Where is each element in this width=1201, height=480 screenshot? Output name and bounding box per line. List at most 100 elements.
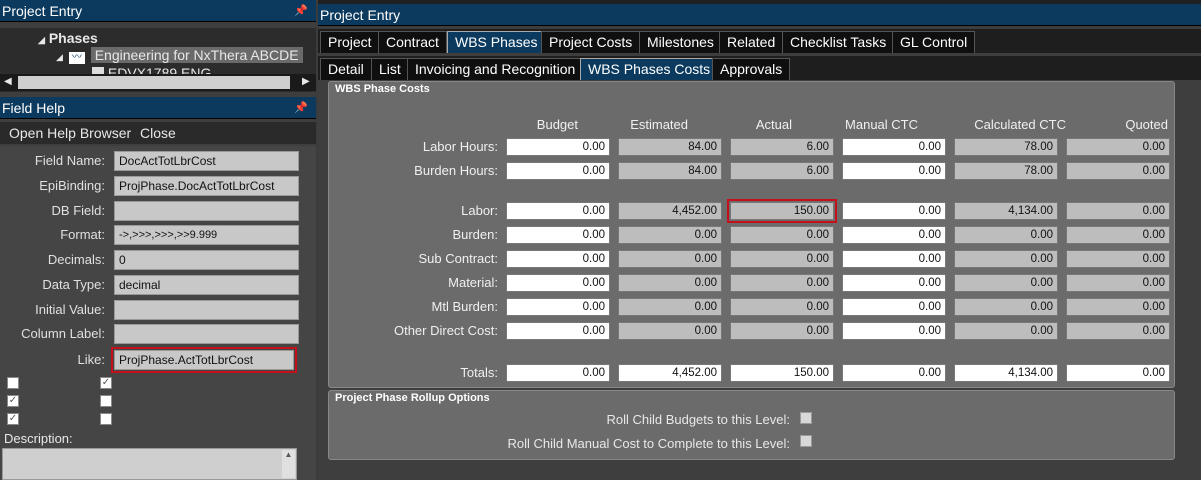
like-field[interactable]: ProjPhase.ActTotLbrCost	[111, 347, 297, 373]
tab-milestones[interactable]: Milestones	[639, 31, 722, 53]
format-field[interactable]: ->,>>>,>>>,>>9.999	[114, 225, 299, 245]
subtab-approvals[interactable]: Approvals	[712, 58, 791, 80]
material-actual-field[interactable]: 0.00	[730, 274, 834, 292]
tab-related[interactable]: Related	[719, 31, 784, 53]
subtab-wbs-phases-costs[interactable]: WBS Phases Costs	[580, 58, 719, 80]
pin-icon[interactable]: 📌	[294, 97, 308, 119]
burden-calculated-ctc-field[interactable]: 0.00	[954, 226, 1058, 244]
column-label-field[interactable]	[114, 324, 299, 344]
option-checkbox[interactable]: ✓	[7, 413, 19, 425]
totals-calculated-ctc-field[interactable]: 4,134.00	[954, 364, 1058, 382]
collapse-arrow-icon[interactable]: ◢	[38, 35, 45, 45]
labor-hours-calculated-ctc-field[interactable]: 78.00	[954, 138, 1058, 156]
totals-manual-ctc-field[interactable]: 0.00	[842, 364, 946, 382]
collapse-arrow-icon[interactable]: ◢	[56, 52, 63, 62]
decimals-field[interactable]: 0	[114, 250, 299, 270]
burden-hours-manual-ctc-field[interactable]: 0.00	[842, 162, 946, 180]
db-field-field[interactable]	[114, 201, 299, 221]
mtl-burden-quoted-field[interactable]: 0.00	[1066, 298, 1170, 316]
sub-contract-quoted-field[interactable]: 0.00	[1066, 250, 1170, 268]
burden-hours-budget-field[interactable]: 0.00	[506, 162, 610, 180]
sub-contract-estimated-field[interactable]: 0.00	[618, 250, 722, 268]
other-direct-cost-estimated-field[interactable]: 0.00	[618, 322, 722, 340]
roll-child-budgets-checkbox[interactable]	[800, 412, 812, 424]
material-manual-ctc-field[interactable]: 0.00	[842, 274, 946, 292]
tree-horizontal-scrollbar[interactable]: ◀ ▶	[0, 74, 316, 91]
tab-checklist-tasks[interactable]: Checklist Tasks	[782, 31, 895, 53]
material-estimated-field[interactable]: 0.00	[618, 274, 722, 292]
labor-hours-estimated-field[interactable]: 84.00	[618, 138, 722, 156]
labor-actual-field[interactable]: 150.00	[727, 199, 837, 223]
open-help-browser-button[interactable]: Open Help Browser	[9, 125, 131, 141]
data-type-field[interactable]: decimal	[114, 275, 299, 295]
subtab-invoicing[interactable]: Invoicing and Recognition	[407, 58, 584, 80]
tab-contract[interactable]: Contract	[378, 31, 447, 53]
mtl-burden-estimated-field[interactable]: 0.00	[618, 298, 722, 316]
labor-hours-actual-field[interactable]: 6.00	[730, 138, 834, 156]
initial-value-field[interactable]	[114, 300, 299, 320]
scroll-left-icon[interactable]: ◀	[4, 76, 12, 87]
mtl-burden-manual-ctc-field[interactable]: 0.00	[842, 298, 946, 316]
labor-hours-manual-ctc-field[interactable]: 0.00	[842, 138, 946, 156]
labor-quoted-field[interactable]: 0.00	[1066, 202, 1170, 220]
epibinding-field[interactable]: ProjPhase.DocActTotLbrCost	[114, 176, 299, 196]
burden-manual-ctc-field[interactable]: 0.00	[842, 226, 946, 244]
labor-hours-quoted-field[interactable]: 0.00	[1066, 138, 1170, 156]
tab-gl-control[interactable]: GL Control	[892, 31, 976, 53]
material-quoted-field[interactable]: 0.00	[1066, 274, 1170, 292]
option-checkbox[interactable]: ✓	[7, 395, 19, 407]
burden-hours-actual-field[interactable]: 6.00	[730, 162, 834, 180]
roll-child-manual-ctc-checkbox[interactable]	[800, 435, 812, 447]
scroll-thumb[interactable]	[18, 76, 290, 89]
labor-hours-budget-field[interactable]: 0.00	[506, 138, 610, 156]
option-checkbox[interactable]	[100, 413, 112, 425]
burden-budget-field[interactable]: 0.00	[506, 226, 610, 244]
labor-manual-ctc-field[interactable]: 0.00	[842, 202, 946, 220]
tab-project[interactable]: Project	[320, 31, 380, 53]
totals-estimated-field[interactable]: 4,452.00	[618, 364, 722, 382]
burden-estimated-field[interactable]: 0.00	[618, 226, 722, 244]
subtab-list[interactable]: List	[371, 58, 409, 80]
burden-hours-quoted-field[interactable]: 0.00	[1066, 162, 1170, 180]
tab-wbs-phases[interactable]: WBS Phases	[447, 31, 546, 53]
burden-hours-estimated-field[interactable]: 84.00	[618, 162, 722, 180]
other-direct-cost-manual-ctc-field[interactable]: 0.00	[842, 322, 946, 340]
option-checkbox[interactable]: ✓	[100, 377, 112, 389]
mtl-burden-actual-field[interactable]: 0.00	[730, 298, 834, 316]
sub-contract-calculated-ctc-field[interactable]: 0.00	[954, 250, 1058, 268]
labor-budget-field[interactable]: 0.00	[506, 202, 610, 220]
burden-hours-calculated-ctc-field[interactable]: 78.00	[954, 162, 1058, 180]
material-calculated-ctc-field[interactable]: 0.00	[954, 274, 1058, 292]
mtl-burden-budget-field[interactable]: 0.00	[506, 298, 610, 316]
totals-budget-field[interactable]: 0.00	[506, 364, 610, 382]
tree-node-phases[interactable]: ◢ Phases	[38, 30, 98, 46]
tab-project-costs[interactable]: Project Costs	[541, 31, 641, 53]
tree-node-engineering[interactable]: ◢ 〰 Engineering for NxThera ABCDE	[56, 47, 303, 64]
option-checkbox[interactable]	[100, 395, 112, 407]
labor-estimated-field[interactable]: 4,452.00	[618, 202, 722, 220]
other-direct-cost-quoted-field[interactable]: 0.00	[1066, 322, 1170, 340]
totals-actual-field[interactable]: 150.00	[730, 364, 834, 382]
description-textarea[interactable]	[2, 448, 297, 480]
scroll-right-icon[interactable]: ▶	[302, 76, 310, 87]
burden-label: Burden:	[452, 227, 498, 242]
pin-icon[interactable]: 📌	[294, 0, 308, 22]
other-direct-cost-actual-field[interactable]: 0.00	[730, 322, 834, 340]
material-budget-field[interactable]: 0.00	[506, 274, 610, 292]
field-name-field[interactable]: DocActTotLbrCost	[114, 151, 299, 171]
close-button[interactable]: Close	[140, 125, 176, 141]
scroll-up-icon[interactable]: ▲	[282, 450, 295, 478]
mtl-burden-calculated-ctc-field[interactable]: 0.00	[954, 298, 1058, 316]
labor-calculated-ctc-field[interactable]: 4,134.00	[954, 202, 1058, 220]
option-checkbox[interactable]	[7, 377, 19, 389]
other-direct-cost-label: Other Direct Cost:	[393, 323, 498, 338]
sub-contract-budget-field[interactable]: 0.00	[506, 250, 610, 268]
sub-contract-manual-ctc-field[interactable]: 0.00	[842, 250, 946, 268]
burden-actual-field[interactable]: 0.00	[730, 226, 834, 244]
other-direct-cost-calculated-ctc-field[interactable]: 0.00	[954, 322, 1058, 340]
totals-quoted-field[interactable]: 0.00	[1066, 364, 1170, 382]
subtab-detail[interactable]: Detail	[320, 58, 372, 80]
burden-quoted-field[interactable]: 0.00	[1066, 226, 1170, 244]
other-direct-cost-budget-field[interactable]: 0.00	[506, 322, 610, 340]
sub-contract-actual-field[interactable]: 0.00	[730, 250, 834, 268]
